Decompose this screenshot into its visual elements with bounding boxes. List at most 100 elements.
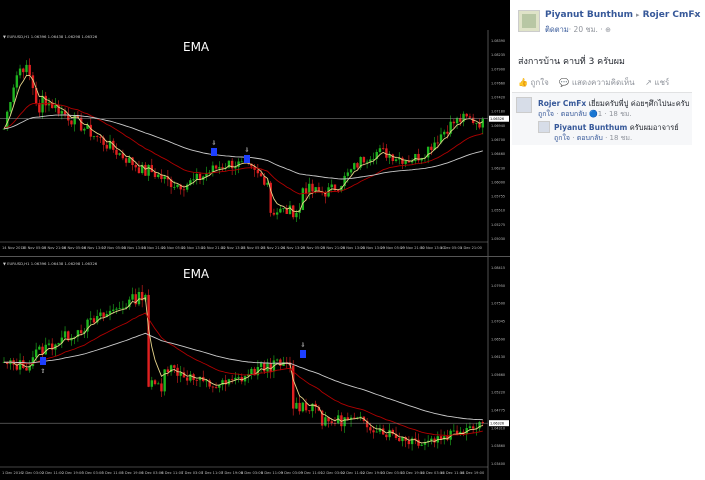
candle-body — [147, 294, 150, 387]
comment-body: เยี่ยมครับพี่ปู ค่อยๆศึกไปนะครับ — [586, 99, 690, 108]
post-header: Piyanut Bunthum ▸ Rojer CmFx ติดตาม· 20 ชม… — [510, 0, 705, 40]
candle-body — [346, 172, 350, 176]
price-tick-label: 1.06590 — [491, 337, 505, 341]
chart-header: ▼ EURUSD,H1 1.06396 1.06438 1.06298 1.06… — [3, 34, 98, 39]
candle-body — [372, 430, 375, 433]
candle-body — [28, 64, 31, 76]
candle-body — [38, 346, 41, 350]
comments-section: Rojer CmFx เยี่ยมครับพี่ปู ค่อยๆศึกไปนะค… — [512, 92, 692, 145]
candle-body — [63, 331, 67, 338]
candle-body — [388, 429, 391, 438]
candle-body — [240, 161, 243, 163]
candle-body — [330, 421, 333, 424]
candle-body — [182, 189, 186, 191]
follow-link[interactable]: ติดตาม — [545, 25, 569, 34]
candle-body — [70, 120, 73, 125]
candle-body — [211, 386, 215, 388]
candles — [2, 58, 484, 223]
ema-label: EMA — [183, 40, 210, 54]
price-tick-label: 1.04775 — [491, 409, 505, 413]
candle-body — [12, 87, 15, 103]
candle-body — [349, 169, 353, 173]
post-actions: 👍 ถูกใจ 💬 แสดงความคิดเห็น ↗ แชร์ — [518, 76, 698, 90]
price-tick-label: 1.05275 — [491, 223, 505, 227]
comment-like-link[interactable]: ถูกใจ — [538, 110, 554, 118]
comment-reactions[interactable]: 🔵1 — [589, 110, 602, 118]
candle-body — [308, 410, 311, 412]
price-tick-label: 1.06460 — [491, 152, 505, 156]
candle-body — [369, 427, 372, 431]
candle-body — [430, 146, 433, 151]
candle-body — [137, 167, 141, 174]
chart-bottom-canvas: 1.08415 1.07950 1.07500 1.07045 1.06590 1.061… — [0, 257, 509, 480]
candle-body — [394, 159, 398, 162]
reply-time[interactable]: · 18 ชม. — [605, 134, 632, 142]
price-tick-label: 1.08415 — [491, 266, 505, 270]
signal-marker — [300, 350, 306, 358]
author-avatar[interactable] — [518, 10, 540, 32]
candle-body — [378, 148, 382, 152]
candle-body — [95, 136, 99, 137]
candle-body — [83, 128, 86, 131]
ema-fast-line — [3, 297, 483, 444]
candle-body — [452, 430, 456, 432]
price-tick-label: 1.07950 — [491, 284, 505, 288]
candle-body — [9, 102, 12, 112]
commenter-avatar[interactable] — [516, 97, 532, 113]
post-time[interactable]: · 20 ชม. · — [569, 25, 605, 34]
candle-body — [381, 148, 385, 150]
chevron-down-icon[interactable]: ⌄ — [691, 9, 699, 19]
post-text: ส่งการบ้าน คาบที่ 3 ครับผม — [518, 57, 625, 67]
arrow-up-icon: ⇧ — [41, 368, 46, 375]
price-tick-label: 1.05660 — [491, 373, 505, 377]
reply-like-link[interactable]: ถูกใจ — [554, 134, 570, 142]
candle-body — [375, 431, 378, 433]
candle-body — [272, 212, 276, 215]
price-tick-label: 1.07045 — [491, 319, 505, 323]
candle-body — [25, 64, 28, 73]
like-button[interactable]: 👍 ถูกใจ — [518, 78, 549, 87]
reply-avatar[interactable] — [538, 121, 550, 133]
candle-body — [137, 291, 141, 305]
candle-body — [176, 184, 179, 187]
candle-body — [468, 116, 472, 118]
price-tag-label: 1.06326 — [490, 117, 504, 121]
candle-body — [330, 184, 333, 188]
candle-body — [446, 131, 449, 134]
candle-body — [105, 144, 109, 149]
ema-fast-line — [3, 74, 484, 213]
candle-body — [398, 437, 401, 442]
price-tick-label: 1.04310 — [491, 426, 505, 430]
candle-body — [173, 186, 176, 188]
reply-author-name[interactable]: Piyanut Bunthum — [554, 123, 627, 132]
comment-reply-link[interactable]: ตอบกลับ — [561, 110, 587, 118]
time-tick-label: 14 Dec 19:00 — [460, 471, 485, 475]
candle-body — [414, 153, 417, 162]
price-tick-label: 1.06940 — [491, 124, 505, 128]
candle-body — [324, 417, 327, 426]
candle-body — [221, 167, 224, 169]
candle-body — [47, 343, 51, 345]
arrow-icon: ▸ — [636, 11, 640, 19]
reply-reply-link[interactable]: ตอบกลับ — [577, 134, 603, 142]
commenter-name[interactable]: Rojer CmFx — [538, 99, 586, 108]
price-tick-label: 1.07500 — [491, 302, 505, 306]
candle-body — [468, 426, 472, 428]
candle-body — [60, 111, 64, 114]
candle-body — [295, 212, 298, 218]
candle-body — [259, 362, 263, 367]
price-tick-label: 1.08235 — [491, 53, 505, 57]
price-tick-label: 1.05220 — [491, 391, 505, 395]
candle-body — [15, 75, 19, 88]
candle-body — [157, 174, 160, 178]
comment-button[interactable]: 💬 แสดงความคิดเห็น — [559, 78, 634, 87]
share-button[interactable]: ↗ แชร์ — [645, 78, 669, 87]
candle-body — [263, 176, 266, 185]
candle-body — [118, 153, 121, 155]
trading-charts: 1.08390 1.08235 1.07900 1.07660 1.07420 1.071… — [0, 0, 510, 480]
candle-body — [57, 343, 60, 345]
author-name[interactable]: Piyanut Bunthum — [545, 10, 633, 20]
candle-body — [34, 349, 38, 358]
candle-body — [18, 360, 22, 370]
comment-time[interactable]: · 18 ชม. — [605, 110, 632, 118]
